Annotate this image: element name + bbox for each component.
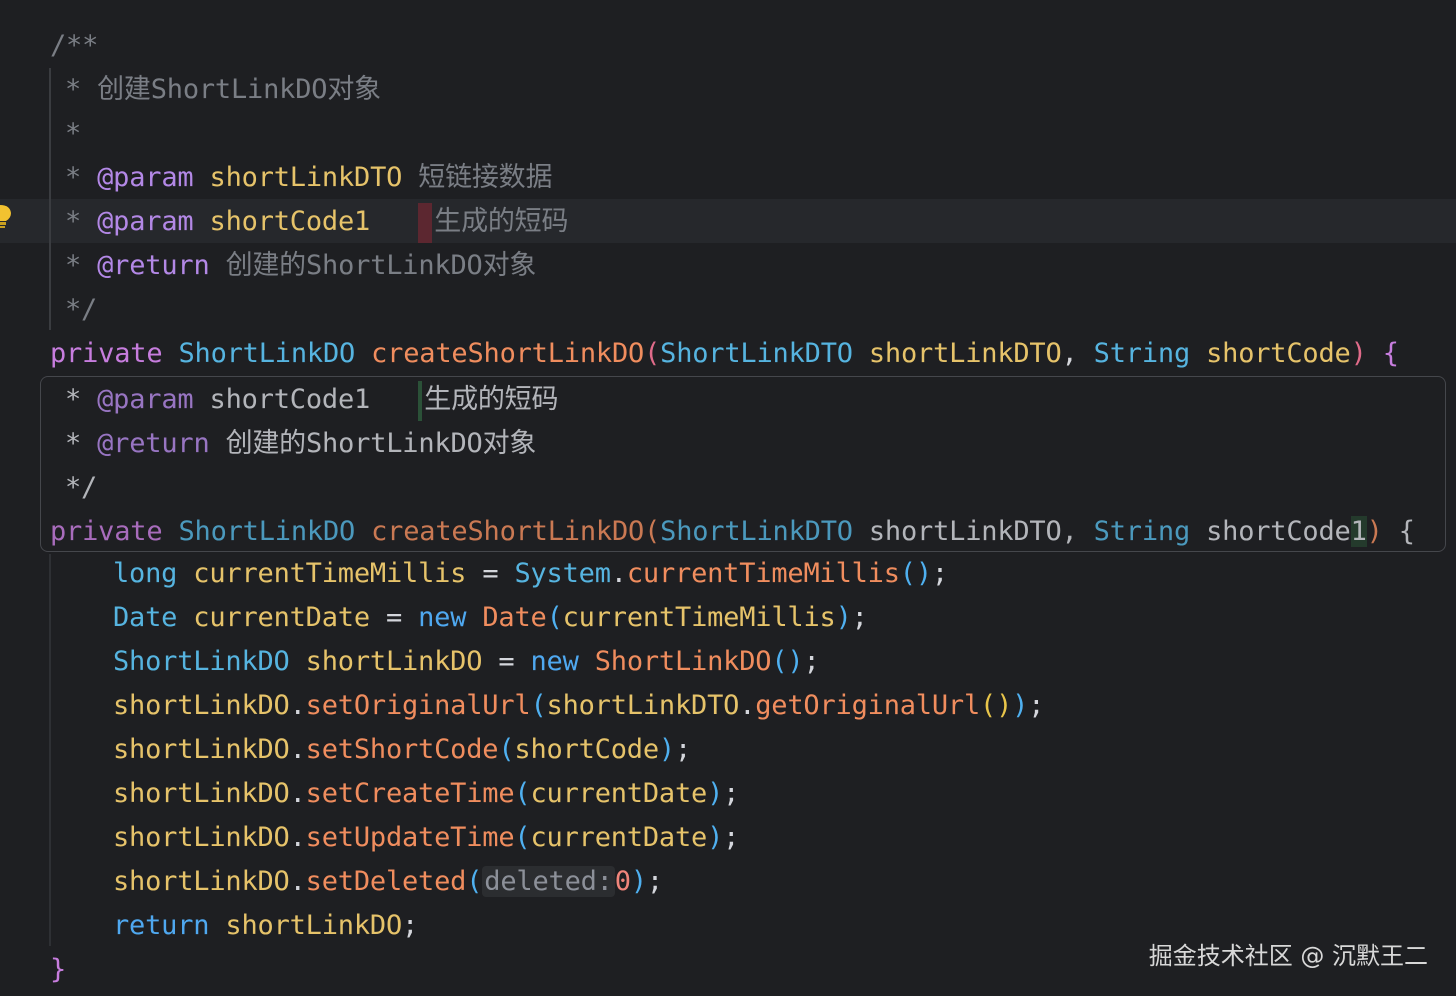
watermark: 掘金技术社区 @ 沉默王二 — [1148, 942, 1428, 970]
diff-comment-close: */ — [65, 472, 98, 503]
diff-return-line: * @return 创建的ShortLinkDO对象 — [65, 428, 537, 459]
code-line-4[interactable]: shortLinkDO.setOriginalUrl(shortLinkDTO.… — [113, 684, 1044, 728]
code-line-6[interactable]: shortLinkDO.setCreateTime(currentDate); — [113, 772, 739, 816]
doc-param-line-current[interactable]: * @param shortCode1 生成的短码 — [65, 200, 568, 244]
code-line-2[interactable]: Date currentDate = new Date(currentTimeM… — [113, 596, 868, 640]
method-closing-brace[interactable]: } — [50, 948, 66, 992]
diff-param-line: * @param shortCode1 生成的短码 — [65, 378, 558, 422]
doc-param-line: * @param shortLinkDTO 短链接数据 — [65, 162, 553, 193]
lightbulb-icon[interactable] — [0, 203, 14, 229]
method-signature[interactable]: private ShortLinkDO createShortLinkDO(Sh… — [50, 332, 1399, 376]
doc-comment-close: */ — [65, 294, 98, 325]
code-line-5[interactable]: shortLinkDO.setShortCode(shortCode); — [113, 728, 691, 772]
doc-comment-fold-guide — [49, 68, 51, 330]
parameter-name-hint: deleted: — [482, 866, 615, 897]
doc-comment-line: * 创建ShortLinkDO对象 — [65, 74, 381, 105]
diff-removed-marker — [418, 202, 433, 243]
doc-return-line: * @return 创建的ShortLinkDO对象 — [65, 250, 537, 281]
diff-added-marker — [418, 380, 423, 421]
code-line-8[interactable]: shortLinkDO.setDeleted(deleted:0); — [113, 860, 663, 904]
doc-comment-open: /** — [50, 30, 99, 61]
doc-comment-blank: * — [65, 118, 82, 149]
code-line-3[interactable]: ShortLinkDO shortLinkDO = new ShortLinkD… — [113, 640, 820, 684]
code-line-1[interactable]: long currentTimeMillis = System.currentT… — [113, 552, 948, 596]
code-line-7[interactable]: shortLinkDO.setUpdateTime(currentDate); — [113, 816, 739, 860]
method-body-fold-guide — [49, 554, 51, 946]
code-line-9[interactable]: return shortLinkDO; — [113, 904, 418, 948]
diff-signature: private ShortLinkDO createShortLinkDO(Sh… — [50, 516, 1415, 547]
